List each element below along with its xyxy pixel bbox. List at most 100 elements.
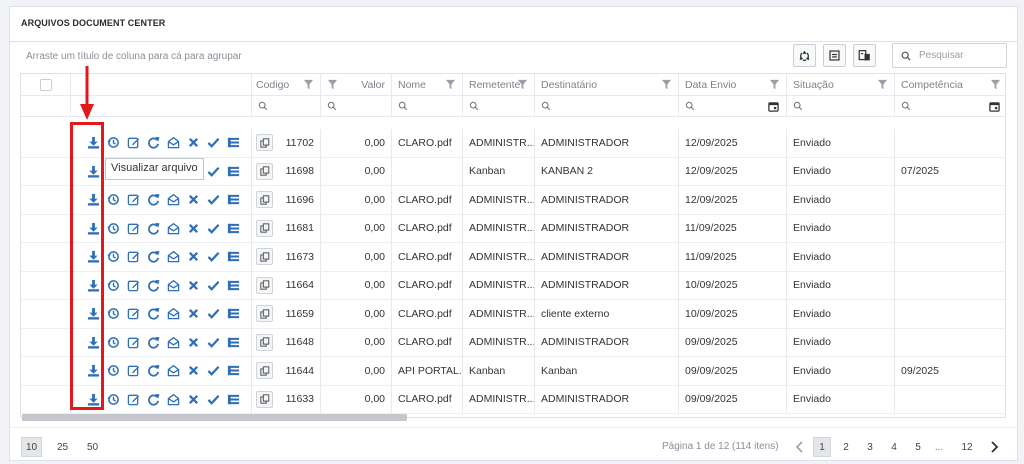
search-box[interactable] (892, 43, 1007, 68)
filter-data-envio[interactable] (679, 96, 787, 116)
export-button[interactable] (823, 44, 846, 67)
cancel-button[interactable] (183, 190, 203, 210)
open-mail-button[interactable] (163, 332, 183, 352)
header-competencia[interactable]: Competência (895, 74, 1005, 95)
header-data-envio[interactable]: Data Envio (679, 74, 787, 95)
header-valor[interactable]: Valor (321, 74, 392, 95)
open-mail-button[interactable] (163, 247, 183, 267)
table-row[interactable]: 11659 0,00 CLARO.pdf ADMINISTR... cliente ex… (21, 300, 1005, 329)
table-row[interactable]: 11644 0,00 API PORTAL... Kanban Kanban 09/09/… (21, 357, 1005, 386)
filter-competencia[interactable] (895, 96, 1005, 116)
copy-button[interactable] (256, 333, 273, 351)
header-remetente[interactable]: Remetente (463, 74, 535, 95)
edit-button[interactable] (123, 332, 143, 352)
cancel-button[interactable] (183, 389, 203, 409)
check-button[interactable] (203, 190, 223, 210)
page-size-25[interactable]: 25 (52, 437, 73, 457)
details-list-button[interactable] (223, 190, 243, 210)
redo-button[interactable] (143, 275, 163, 295)
filter-icon[interactable] (769, 79, 780, 90)
group-panel-hint[interactable]: Arraste um título de coluna para cá para… (26, 51, 242, 62)
redo-button[interactable] (143, 304, 163, 324)
redo-button[interactable] (143, 361, 163, 381)
cancel-button[interactable] (183, 304, 203, 324)
filter-icon[interactable] (303, 79, 314, 90)
refresh-button[interactable] (793, 44, 816, 67)
open-mail-button[interactable] (163, 304, 183, 324)
details-list-button[interactable] (223, 161, 243, 181)
history-button[interactable] (103, 247, 123, 267)
open-mail-button[interactable] (163, 133, 183, 153)
details-list-button[interactable] (223, 247, 243, 267)
history-button[interactable] (103, 133, 123, 153)
check-button[interactable] (203, 389, 223, 409)
cancel-button[interactable] (183, 332, 203, 352)
cancel-button[interactable] (183, 247, 203, 267)
filter-destinatario[interactable] (535, 96, 679, 116)
table-row[interactable]: 11633 0,00 CLARO.pdf ADMINISTR... ADMINISTRA… (21, 385, 1005, 414)
copy-button[interactable] (256, 219, 273, 237)
open-mail-button[interactable] (163, 218, 183, 238)
check-button[interactable] (203, 133, 223, 153)
history-button[interactable] (103, 190, 123, 210)
page-5[interactable]: 5 (909, 437, 927, 457)
filter-icon[interactable] (327, 79, 338, 90)
check-button[interactable] (203, 304, 223, 324)
cancel-button[interactable] (183, 361, 203, 381)
table-row[interactable]: 11673 0,00 CLARO.pdf ADMINISTR... ADMINISTRA… (21, 243, 1005, 272)
details-list-button[interactable] (223, 133, 243, 153)
copy-button[interactable] (256, 276, 273, 294)
page-1[interactable]: 1 (813, 437, 831, 457)
filter-remetente[interactable] (463, 96, 535, 116)
select-all-checkbox[interactable] (39, 78, 52, 91)
page-size-10[interactable]: 10 (21, 437, 42, 457)
redo-button[interactable] (143, 133, 163, 153)
table-row[interactable]: 11681 0,00 CLARO.pdf ADMINISTR... ADMINISTRA… (21, 214, 1005, 243)
edit-button[interactable] (123, 190, 143, 210)
copy-button[interactable] (256, 390, 273, 408)
copy-button[interactable] (256, 134, 273, 152)
copy-button[interactable] (256, 191, 273, 209)
edit-button[interactable] (123, 304, 143, 324)
next-page-button[interactable] (985, 437, 1003, 457)
open-mail-button[interactable] (163, 190, 183, 210)
cancel-button[interactable] (183, 218, 203, 238)
filter-valor[interactable] (321, 96, 392, 116)
horizontal-scrollbar[interactable] (22, 414, 407, 421)
header-nome[interactable]: Nome (392, 74, 463, 95)
details-list-button[interactable] (223, 389, 243, 409)
table-row[interactable]: 11702 0,00 CLARO.pdf ADMINISTR... ADMINISTRA… (21, 129, 1005, 158)
open-mail-button[interactable] (163, 389, 183, 409)
filter-icon[interactable] (990, 79, 1001, 90)
check-button[interactable] (203, 161, 223, 181)
history-button[interactable] (103, 389, 123, 409)
check-button[interactable] (203, 247, 223, 267)
redo-button[interactable] (143, 218, 163, 238)
copy-button[interactable] (256, 162, 273, 180)
history-button[interactable] (103, 332, 123, 352)
check-button[interactable] (203, 218, 223, 238)
redo-button[interactable] (143, 247, 163, 267)
table-row[interactable]: 11648 0,00 CLARO.pdf ADMINISTR... ADMINISTRA… (21, 328, 1005, 357)
calendar-icon[interactable] (989, 101, 1000, 112)
details-list-button[interactable] (223, 218, 243, 238)
edit-button[interactable] (123, 275, 143, 295)
history-button[interactable] (103, 275, 123, 295)
calendar-icon[interactable] (768, 101, 779, 112)
copy-button[interactable] (256, 248, 273, 266)
filter-icon[interactable] (517, 79, 528, 90)
edit-button[interactable] (123, 218, 143, 238)
details-list-button[interactable] (223, 361, 243, 381)
cancel-button[interactable] (183, 275, 203, 295)
header-situacao[interactable]: Situação (787, 74, 895, 95)
copy-button[interactable] (256, 305, 273, 323)
history-button[interactable] (103, 218, 123, 238)
check-button[interactable] (203, 332, 223, 352)
details-list-button[interactable] (223, 332, 243, 352)
table-row[interactable]: 11696 0,00 CLARO.pdf ADMINISTR... ADMINISTRA… (21, 186, 1005, 215)
copy-button[interactable] (256, 362, 273, 380)
open-mail-button[interactable] (163, 275, 183, 295)
filter-situacao[interactable] (787, 96, 895, 116)
edit-button[interactable] (123, 247, 143, 267)
filter-nome[interactable] (392, 96, 463, 116)
